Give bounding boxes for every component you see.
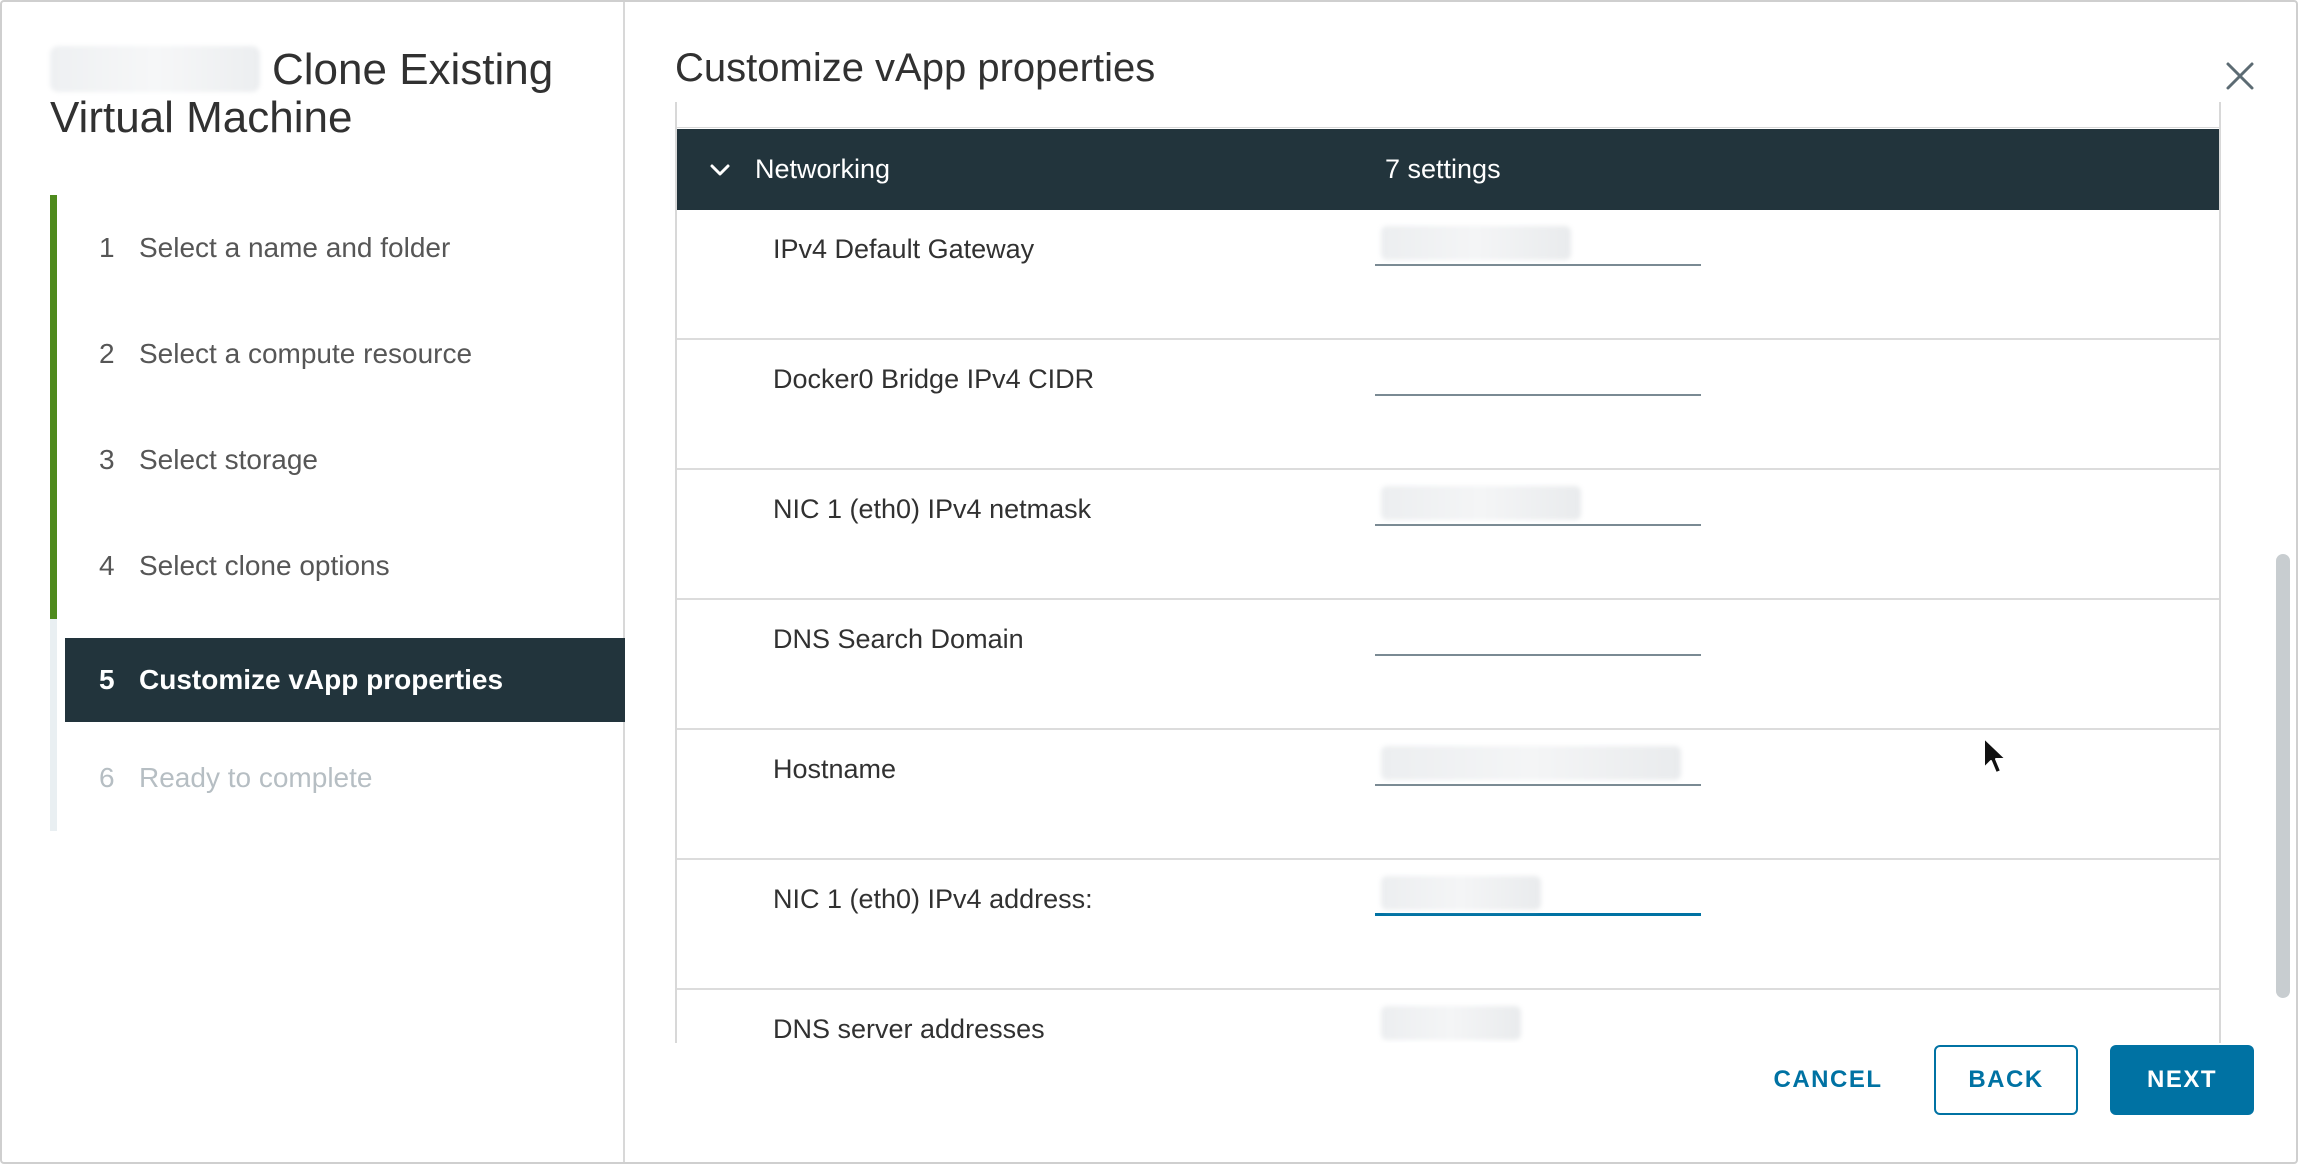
dns-search-domain-input[interactable] [1375,610,1701,656]
step-label: Select a name and folder [139,232,451,263]
vapp-properties-grid: Networking 7 settings IPv4 Default Gatew… [675,102,2221,1043]
property-row-nic1-address: NIC 1 (eth0) IPv4 address: [677,860,2219,990]
redacted-value [1381,226,1571,260]
cancel-button[interactable]: CANCEL [1762,1045,1894,1115]
scrollbar-thumb[interactable] [2276,554,2290,998]
property-label: NIC 1 (eth0) IPv4 address: [773,884,1093,914]
group-header-networking[interactable]: Networking 7 settings [677,129,2219,210]
property-label: IPv4 Default Gateway [773,234,1035,264]
hostname-input[interactable] [1375,740,1701,786]
step-select-clone-options[interactable]: 4 Select clone options [50,513,625,619]
redacted-value [1381,876,1541,910]
step-label: Customize vApp properties [139,664,504,695]
close-button[interactable] [2222,58,2258,94]
property-row-dns-search-domain: DNS Search Domain [677,600,2219,730]
back-button[interactable]: BACK [1934,1045,2078,1115]
wizard-title: Clone Existing Virtual Machine [50,45,554,142]
redacted-vm-name [50,46,260,92]
property-label: NIC 1 (eth0) IPv4 netmask [773,494,1092,524]
group-name: Networking [755,154,891,184]
vertical-scrollbar[interactable] [2272,102,2294,1002]
ipv4-gateway-input[interactable] [1375,220,1701,266]
nic1-address-input[interactable] [1375,870,1701,916]
property-label: Hostname [773,754,897,784]
docker-cidr-input[interactable] [1375,350,1701,396]
step-number: 4 [99,550,115,581]
mouse-pointer-icon [1983,737,2007,774]
step-label: Select clone options [139,550,390,581]
chevron-down-icon [710,164,730,175]
step-number: 3 [99,444,115,475]
property-label: DNS Search Domain [773,624,1024,654]
step-number: 6 [99,762,115,793]
step-number: 2 [99,338,115,369]
nic1-netmask-input[interactable] [1375,480,1701,526]
property-row-ipv4-gateway: IPv4 Default Gateway [677,210,2219,340]
property-label: Docker0 Bridge IPv4 CIDR [773,364,1095,394]
step-ready-to-complete: 6 Ready to complete [50,725,625,831]
property-label: DNS server addresses [773,1014,1045,1043]
step-label: Select storage [139,444,318,475]
property-row-docker-cidr: Docker0 Bridge IPv4 CIDR [677,340,2219,470]
grid-divider [677,102,2219,128]
group-setting-count: 7 settings [1385,154,1501,184]
wizard-sidebar: Clone Existing Virtual Machine 1 Select … [2,2,625,1162]
next-button[interactable]: NEXT [2110,1045,2254,1115]
step-customize-vapp-properties[interactable]: 5 Customize vApp properties [65,638,625,722]
property-row-dns-servers: DNS server addresses [677,990,2219,1043]
step-select-compute-resource[interactable]: 2 Select a compute resource [50,301,625,407]
step-label: Select a compute resource [139,338,473,369]
dns-servers-input[interactable] [1375,1000,1701,1043]
wizard-steps: 1 Select a name and folder 2 Select a co… [50,195,625,831]
property-rows: IPv4 Default Gateway Docker0 Bridge IPv4… [677,210,2219,1043]
page-title: Customize vApp properties [675,46,1156,90]
redacted-value [1381,746,1681,780]
step-select-storage[interactable]: 3 Select storage [50,407,625,513]
close-icon [2226,62,2254,90]
step-select-name-folder[interactable]: 1 Select a name and folder [50,195,625,301]
step-number: 5 [99,664,115,695]
step-customize-vapp-wrapper: 5 Customize vApp properties [50,619,625,725]
step-label: Ready to complete [139,762,373,793]
redacted-value [1381,1006,1521,1040]
clone-vm-dialog: Clone Existing Virtual Machine 1 Select … [0,0,2298,1164]
redacted-value [1381,486,1581,520]
step-number: 1 [99,232,115,263]
property-row-nic1-netmask: NIC 1 (eth0) IPv4 netmask [677,470,2219,600]
